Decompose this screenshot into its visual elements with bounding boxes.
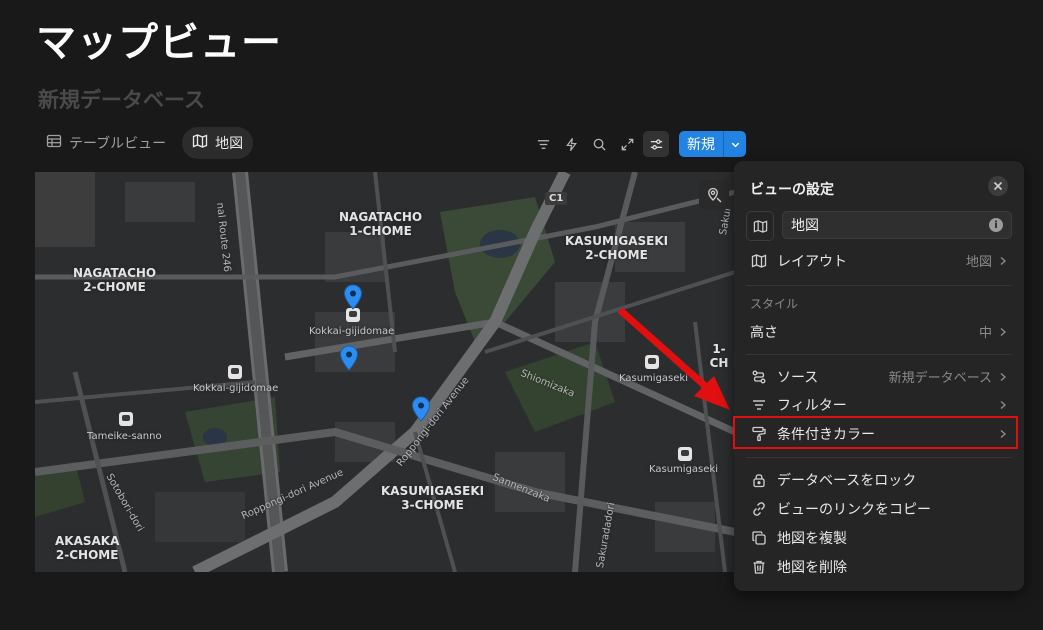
map-icon xyxy=(753,219,767,233)
menu-value: 新規データベース xyxy=(888,371,992,386)
view-name-input[interactable]: 地図 i xyxy=(782,211,1012,239)
page-title: マップビュー xyxy=(36,20,282,66)
menu-item-duplicate[interactable]: 地図を複製 xyxy=(738,524,1020,551)
close-icon xyxy=(993,181,1003,191)
menu-item-filter[interactable]: フィルター xyxy=(738,391,1020,418)
map-icon xyxy=(192,133,208,153)
new-button-label[interactable]: 新規 xyxy=(679,131,723,157)
station-label: Kasumigaseki xyxy=(619,373,688,384)
tab-table-view[interactable]: テーブルビュー xyxy=(36,127,176,159)
search-icon[interactable] xyxy=(587,131,611,157)
station-label: Kokkai-gijidomae xyxy=(193,383,279,394)
tab-label: テーブルビュー xyxy=(69,136,167,152)
view-name-value: 地図 xyxy=(791,218,819,234)
station-label: Kokkai-gijidomae xyxy=(309,326,395,337)
map-pin-icon[interactable] xyxy=(339,345,359,371)
chevron-right-icon xyxy=(1000,327,1007,336)
menu-label: ソース xyxy=(777,369,819,386)
close-button[interactable] xyxy=(988,176,1008,196)
menu-item-layout[interactable]: レイアウト 地図 xyxy=(738,247,1020,274)
menu-label: レイアウト xyxy=(777,253,847,270)
station-icon xyxy=(346,308,360,322)
station-icon xyxy=(645,355,659,369)
duplicate-icon xyxy=(750,529,768,547)
lightning-icon[interactable] xyxy=(559,131,583,157)
tab-label: 地図 xyxy=(215,136,244,152)
menu-label: 高さ xyxy=(750,324,778,341)
chevron-right-icon xyxy=(1000,256,1007,265)
map-icon xyxy=(750,252,768,270)
station-label: Tameike-sanno xyxy=(87,431,162,442)
station-icon xyxy=(678,447,692,461)
view-tabs: テーブルビュー 地図 xyxy=(36,127,254,159)
tab-map-view[interactable]: 地図 xyxy=(182,127,254,159)
menu-item-lock-database[interactable]: データベースをロック xyxy=(738,466,1020,493)
filter-icon xyxy=(750,396,768,414)
menu-label: データベースをロック xyxy=(777,472,917,489)
divider xyxy=(746,354,1012,355)
view-icon-picker[interactable] xyxy=(746,211,774,241)
menu-value: 中 xyxy=(978,326,992,341)
link-icon xyxy=(750,500,768,518)
map-area-label: KASUMIGASEKI 2-CHOME xyxy=(565,234,669,262)
menu-value: 地図 xyxy=(965,255,992,270)
map-area-label: AKASAKA 2-CHOME xyxy=(55,534,120,562)
view-settings-panel: ビューの設定 地図 i レイアウト 地図 スタイル 高さ 中 ソース 新規データ… xyxy=(734,161,1024,591)
station-icon xyxy=(119,412,133,426)
map-pin-icon[interactable] xyxy=(411,396,431,422)
map-area-label: KASUMIGASEKI 3-CHOME xyxy=(381,484,485,512)
chevron-right-icon xyxy=(1000,429,1007,438)
map-pin-icon[interactable] xyxy=(343,284,363,310)
table-icon xyxy=(46,133,62,153)
menu-item-copy-link[interactable]: ビューのリンクをコピー xyxy=(738,495,1020,522)
expand-icon[interactable] xyxy=(615,131,639,157)
station-label: Kasumigaseki xyxy=(649,464,718,475)
menu-label: 条件付きカラー xyxy=(777,426,875,443)
section-label-style: スタイル xyxy=(750,297,799,311)
menu-label: 地図を複製 xyxy=(777,530,847,547)
menu-label: ビューのリンクをコピー xyxy=(777,501,931,518)
menu-item-height[interactable]: 高さ 中 xyxy=(738,318,1020,345)
source-icon xyxy=(750,368,768,386)
chevron-right-icon xyxy=(1000,372,1007,381)
location-pin-icon xyxy=(708,187,722,203)
paint-roller-icon xyxy=(750,425,768,443)
view-name-row: 地図 i xyxy=(746,211,1012,241)
panel-title: ビューの設定 xyxy=(750,182,834,198)
view-toolbar: 新規 xyxy=(531,131,746,157)
divider xyxy=(746,285,1012,286)
sliders-icon[interactable] xyxy=(643,131,669,157)
menu-item-source[interactable]: ソース 新規データベース xyxy=(738,363,1020,390)
expressway-badge: C1 xyxy=(545,192,568,205)
menu-item-conditional-color[interactable]: 条件付きカラー xyxy=(738,420,1020,447)
menu-item-delete[interactable]: 地図を削除 xyxy=(738,553,1020,580)
divider xyxy=(746,457,1012,458)
map-area-label: NAGATACHO 1-CHOME xyxy=(339,210,423,238)
chevron-down-icon[interactable] xyxy=(723,131,746,157)
info-icon[interactable]: i xyxy=(989,218,1003,232)
map-canvas[interactable]: NAGATACHO 1-CHOME KASUMIGASEKI 2-CHOME N… xyxy=(35,172,735,572)
location-pin-button[interactable] xyxy=(699,180,729,210)
trash-icon xyxy=(750,558,768,576)
menu-label: フィルター xyxy=(777,397,847,414)
map-area-label: NAGATACHO 2-CHOME xyxy=(73,266,157,294)
new-button[interactable]: 新規 xyxy=(679,131,746,157)
database-title[interactable]: 新規データベース xyxy=(38,84,205,114)
station-icon xyxy=(228,365,242,379)
lock-icon xyxy=(750,471,768,489)
map-area-label: 1-CH xyxy=(709,342,729,370)
filter-icon[interactable] xyxy=(531,131,555,157)
menu-label: 地図を削除 xyxy=(777,559,847,576)
chevron-right-icon xyxy=(1000,400,1007,409)
